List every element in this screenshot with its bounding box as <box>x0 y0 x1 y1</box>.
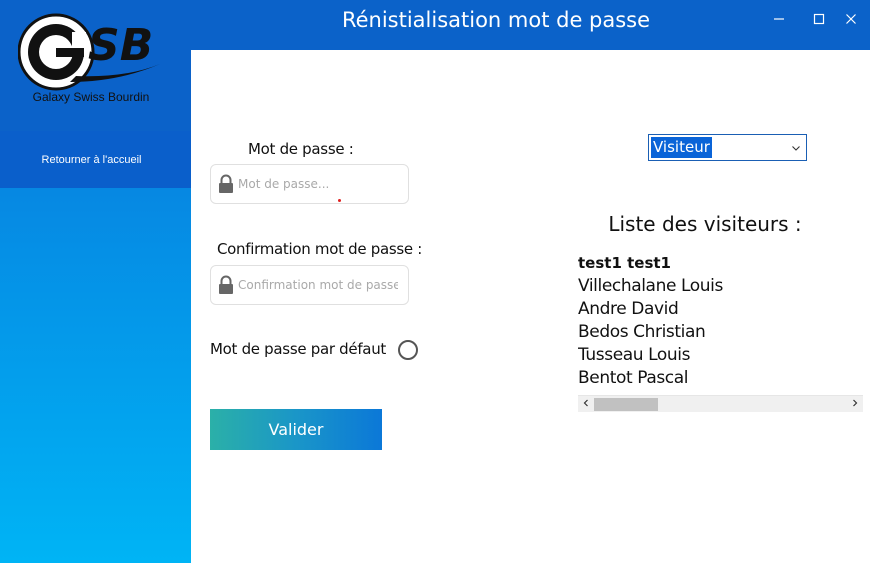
window-title: Rénistialisation mot de passe <box>341 8 651 32</box>
chevron-right-icon <box>853 399 858 407</box>
password-field[interactable] <box>210 164 409 204</box>
lock-icon <box>219 174 233 193</box>
maximize-icon <box>813 13 825 25</box>
list-item[interactable]: Bedos Christian <box>578 321 863 344</box>
list-item[interactable]: Andre David <box>578 298 863 321</box>
chevron-down-icon <box>792 146 800 151</box>
close-icon <box>846 14 856 24</box>
close-button[interactable] <box>838 6 864 32</box>
visitor-list[interactable]: test1 test1 Villechalane Louis Andre Dav… <box>578 252 863 387</box>
logo-area: SB Galaxy Swiss Bourdin <box>0 0 191 131</box>
list-item[interactable]: Bentot Pascal <box>578 367 863 387</box>
scroll-left-button[interactable] <box>578 396 594 412</box>
visitor-list-title: Liste des visiteurs : <box>608 212 802 236</box>
sidebar-item-label: Retourner à l'accueil <box>41 153 142 166</box>
lock-icon <box>219 275 233 294</box>
sidebar-item-home[interactable]: Retourner à l'accueil <box>0 131 191 188</box>
svg-text:SB: SB <box>88 20 153 71</box>
role-select-value: Visiteur <box>651 137 712 158</box>
default-password-label: Mot de passe par défaut <box>210 340 386 358</box>
password-label: Mot de passe : <box>248 140 354 158</box>
confirm-password-field[interactable] <box>210 265 409 305</box>
password-input[interactable] <box>238 177 398 191</box>
confirm-password-label: Confirmation mot de passe : <box>217 240 423 258</box>
caret-marker <box>338 199 341 202</box>
minimize-icon <box>774 18 784 20</box>
list-item[interactable]: test1 test1 <box>578 252 863 275</box>
list-item[interactable]: Villechalane Louis <box>578 275 863 298</box>
confirm-password-input[interactable] <box>238 278 398 292</box>
gsb-logo: SB <box>18 13 160 91</box>
role-select[interactable]: Visiteur <box>648 134 807 161</box>
minimize-button[interactable] <box>766 6 792 32</box>
chevron-left-icon <box>583 399 588 407</box>
sidebar: SB Galaxy Swiss Bourdin Retourner à l'ac… <box>0 0 191 563</box>
validate-button[interactable]: Valider <box>210 409 382 450</box>
title-bar: Rénistialisation mot de passe <box>191 0 870 50</box>
logo-caption: Galaxy Swiss Bourdin <box>32 90 150 104</box>
list-item[interactable]: Tusseau Louis <box>578 344 863 367</box>
maximize-button[interactable] <box>806 6 832 32</box>
horizontal-scrollbar[interactable] <box>578 395 863 412</box>
scroll-right-button[interactable] <box>847 396 863 412</box>
scrollbar-thumb[interactable] <box>594 398 658 411</box>
default-password-radio[interactable] <box>398 340 418 360</box>
